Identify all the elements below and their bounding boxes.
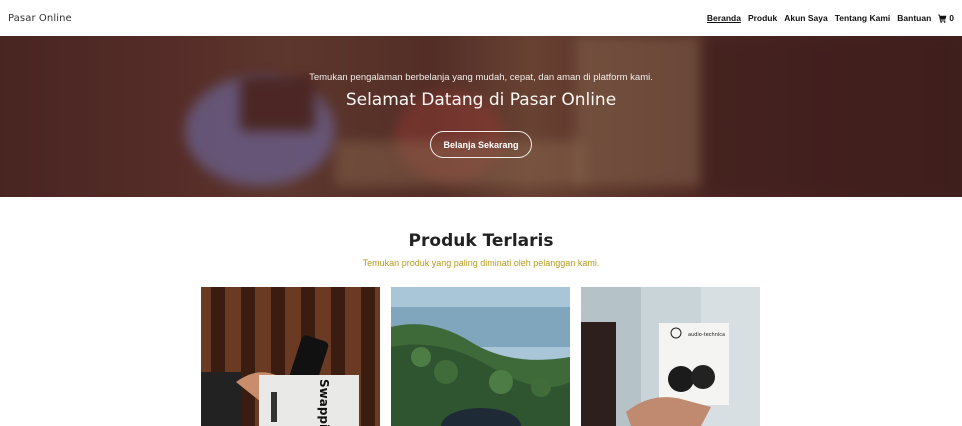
nav-item-produk[interactable]: Produk <box>748 13 777 23</box>
nav-item-tentang-kami[interactable]: Tentang Kami <box>835 13 891 23</box>
product-card-smartphone[interactable]: Swappie <box>201 287 380 426</box>
navbar: Pasar Online Beranda Produk Akun Saya Te… <box>0 0 962 36</box>
product-box-text: Swappie <box>317 379 331 426</box>
product-card-landscape[interactable] <box>391 287 570 426</box>
hero-title: Selamat Datang di Pasar Online <box>345 90 617 110</box>
bestsellers-title: Produk Terlaris <box>408 231 554 251</box>
nav-item-bantuan[interactable]: Bantuan <box>897 13 931 23</box>
cart-button[interactable]: 0 <box>938 13 954 23</box>
product-box-text: audio-technica <box>688 332 725 338</box>
coastal-landscape-photo <box>391 287 570 426</box>
bestsellers-subtitle: Temukan produk yang paling diminati oleh… <box>362 258 600 268</box>
cart-count: 0 <box>949 13 954 23</box>
nav-item-beranda[interactable]: Beranda <box>707 13 741 23</box>
brand-logo[interactable]: Pasar Online <box>8 13 72 24</box>
nav-links: Beranda Produk Akun Saya Tentang Kami Ba… <box>707 13 954 23</box>
shopping-cart-icon <box>938 14 947 23</box>
smartphone-box-photo: Swappie <box>201 287 380 426</box>
hero-subtitle: Temukan pengalaman berbelanja yang mudah… <box>309 72 653 83</box>
shop-now-button[interactable]: Belanja Sekarang <box>430 131 532 158</box>
earbuds-box-photo: audio-technica <box>581 287 760 426</box>
product-card-earbuds[interactable]: audio-technica <box>581 287 760 426</box>
nav-item-akun-saya[interactable]: Akun Saya <box>784 13 827 23</box>
hero-banner: Temukan pengalaman berbelanja yang mudah… <box>0 36 962 197</box>
hero-content: Temukan pengalaman berbelanja yang mudah… <box>0 36 962 197</box>
product-grid: Swappie audio-technica <box>201 287 760 426</box>
